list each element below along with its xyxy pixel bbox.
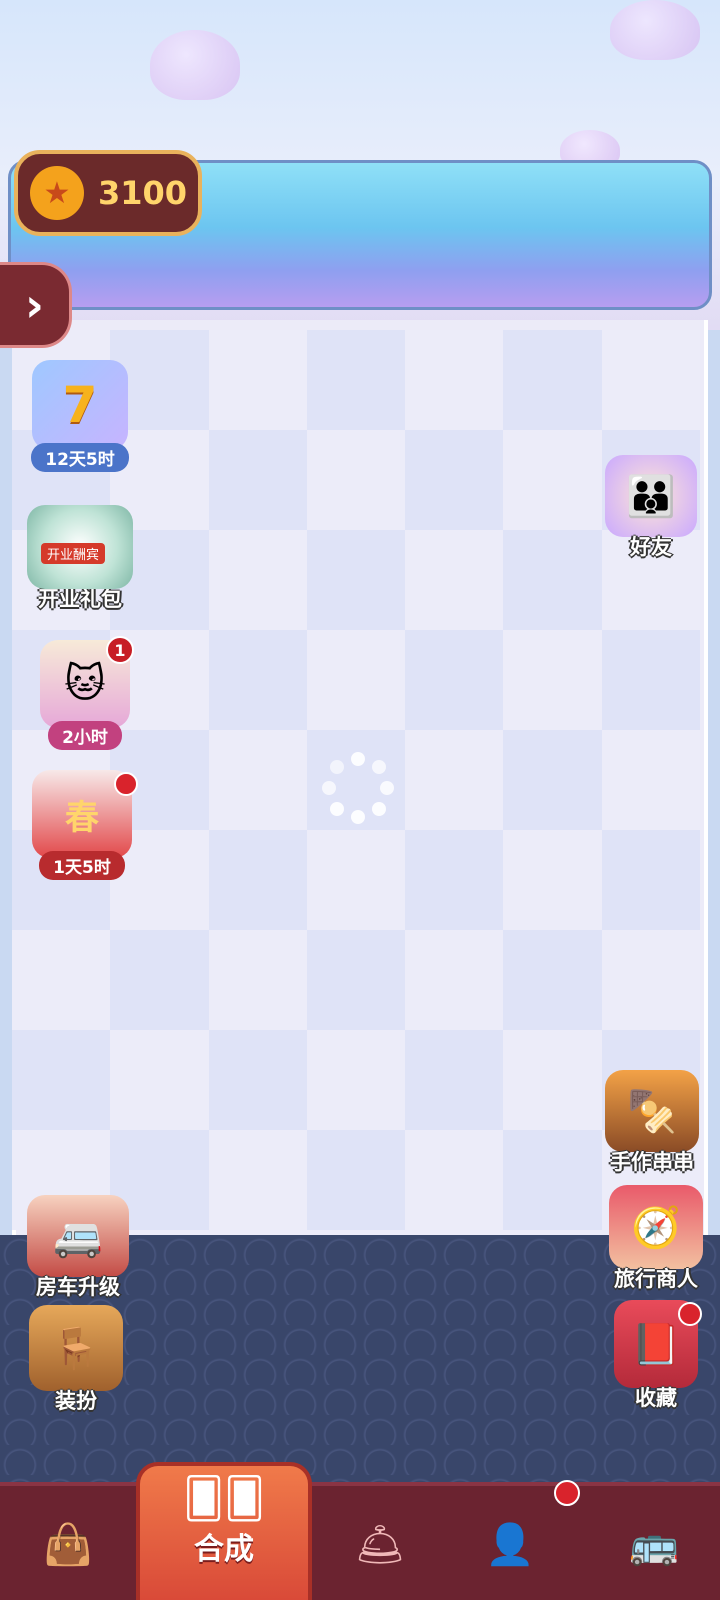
skewers-icon: 🍢	[605, 1070, 699, 1152]
event-timer: 12天5时	[31, 443, 129, 472]
profile-card-icon: 👤	[485, 1521, 535, 1568]
board-cell[interactable]	[208, 730, 307, 830]
board-cell[interactable]	[503, 830, 602, 930]
red-dot-indicator	[678, 1302, 702, 1326]
board-cell[interactable]	[306, 1130, 406, 1230]
board-cell[interactable]	[306, 630, 406, 730]
board-cell[interactable]	[208, 1130, 307, 1230]
event-spring[interactable]: 春 1天5时	[24, 770, 140, 880]
event-timer: 1天5时	[39, 851, 125, 880]
seven-day-balloon-icon: 7	[32, 360, 128, 450]
merchant-button[interactable]: 🧭 旅行商人	[600, 1185, 712, 1293]
event-opening-gift[interactable]: 开业酬宾 开业礼包	[20, 505, 140, 613]
board-cell[interactable]	[405, 530, 504, 630]
board-cell[interactable]	[503, 930, 602, 1030]
collection-button[interactable]: 📕 收藏	[604, 1300, 708, 1412]
board-cell[interactable]	[503, 330, 602, 430]
board-cell[interactable]	[601, 330, 700, 430]
star-coin-icon: ★	[30, 166, 84, 220]
board-cell[interactable]	[12, 930, 111, 1030]
bottom-navigation: 👜 🛎 👤 🚌	[0, 1480, 720, 1600]
jellyfish-decoration	[610, 0, 700, 60]
jellyfish-decoration	[150, 30, 240, 100]
board-cell[interactable]	[110, 1030, 209, 1130]
board-cell[interactable]	[503, 530, 602, 630]
shopping-bag-icon: 👜	[43, 1521, 93, 1568]
currency-amount: 3100	[98, 174, 188, 212]
merchant-label: 旅行商人	[614, 1267, 698, 1291]
board-cell[interactable]	[208, 430, 307, 530]
board-cell[interactable]	[405, 630, 504, 730]
nav-bus[interactable]: 🚌	[604, 1504, 704, 1584]
board-cell[interactable]	[405, 330, 504, 430]
board-cell[interactable]	[405, 730, 504, 830]
board-cell[interactable]	[306, 830, 406, 930]
board-cell[interactable]	[503, 1030, 602, 1130]
event-timer: 2小时	[48, 721, 122, 750]
event-cat-gift[interactable]: 🐱 1 2小时	[30, 636, 140, 750]
board-cell[interactable]	[306, 330, 406, 430]
paint-roller-icon: 🪑	[29, 1305, 123, 1391]
expand-menu-button[interactable]: ›	[0, 262, 72, 348]
board-cell[interactable]	[208, 930, 307, 1030]
board-cell[interactable]	[208, 830, 307, 930]
board-cell[interactable]	[405, 930, 504, 1030]
board-cell[interactable]	[503, 430, 602, 530]
board-cell[interactable]	[601, 830, 700, 930]
board-cell[interactable]	[503, 1130, 602, 1230]
skewers-label: 手作串串	[610, 1150, 694, 1174]
decorate-button[interactable]: 🪑 装扮	[24, 1305, 128, 1415]
friends-button[interactable]: 👪 好友	[596, 455, 706, 561]
board-cell[interactable]	[110, 930, 209, 1030]
opening-wreath-icon: 开业酬宾	[27, 505, 133, 589]
currency-display[interactable]: ★ 3100	[14, 150, 202, 236]
loading-spinner-icon	[322, 752, 394, 824]
board-cell[interactable]	[503, 630, 602, 730]
event-seven-day[interactable]: 7 12天5时	[24, 360, 136, 472]
board-cell[interactable]	[208, 330, 307, 430]
rv-upgrade-button[interactable]: 🚐 房车升级	[20, 1195, 136, 1301]
board-cell[interactable]	[405, 1030, 504, 1130]
decorate-label: 装扮	[55, 1389, 97, 1413]
nav-profile[interactable]: 👤	[460, 1504, 560, 1584]
board-cell[interactable]	[405, 430, 504, 530]
board-cell[interactable]	[306, 430, 406, 530]
red-dot-indicator	[554, 1480, 580, 1506]
board-cell[interactable]	[208, 530, 307, 630]
nav-merge-label: 合成	[194, 1532, 254, 1567]
chevron-right-icon: ›	[25, 278, 44, 332]
nav-merge-tab[interactable]: 🂠🂠 合成	[136, 1462, 312, 1600]
board-cell[interactable]	[208, 1030, 307, 1130]
service-bell-icon: 🛎	[354, 1521, 406, 1568]
board-cell[interactable]	[503, 730, 602, 830]
nav-bag[interactable]: 👜	[18, 1504, 118, 1584]
bus-icon: 🚌	[629, 1521, 679, 1568]
board-cell[interactable]	[306, 1030, 406, 1130]
board-cell[interactable]	[306, 930, 406, 1030]
board-cell[interactable]	[601, 930, 700, 1030]
board-cell[interactable]	[601, 630, 700, 730]
board-cell[interactable]	[405, 830, 504, 930]
notification-badge: 1	[106, 636, 134, 664]
red-dot-indicator	[114, 772, 138, 796]
wreath-banner: 开业酬宾	[41, 543, 106, 564]
nav-service[interactable]: 🛎	[330, 1504, 430, 1584]
board-cell[interactable]	[12, 1030, 111, 1130]
friends-icon: 👪	[605, 455, 697, 537]
friends-label: 好友	[630, 535, 672, 559]
board-cell[interactable]	[405, 1130, 504, 1230]
cards-icon: 🂠🂠	[183, 1476, 265, 1522]
board-cell[interactable]	[208, 630, 307, 730]
board-cell[interactable]	[306, 530, 406, 630]
skewers-button[interactable]: 🍢 手作串串	[596, 1070, 708, 1176]
board-cell[interactable]	[601, 730, 700, 830]
rv-upgrade-icon: 🚐	[27, 1195, 129, 1277]
collection-label: 收藏	[635, 1386, 677, 1410]
rv-upgrade-label: 房车升级	[36, 1275, 120, 1299]
merchant-stall-icon: 🧭	[609, 1185, 703, 1269]
